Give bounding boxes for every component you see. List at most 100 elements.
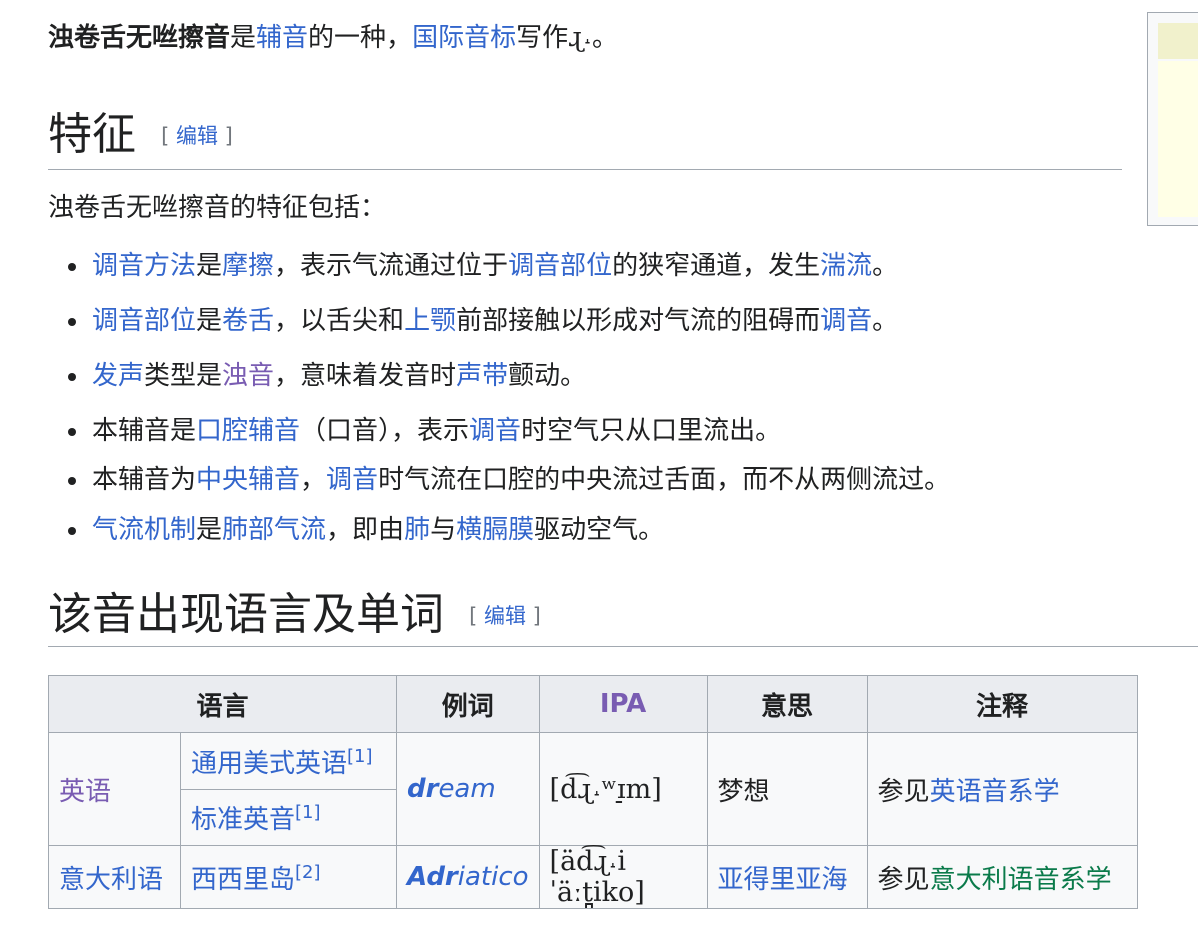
inline-text: 的狭窄通道，发生 bbox=[612, 251, 821, 281]
language-examples-table: 语言 例词 IPA 意思 注释 英语 通用美式英语[1] dream [d͡ɻ˔… bbox=[48, 675, 1138, 909]
variety-cell[interactable]: 西西里岛[2] bbox=[180, 845, 397, 909]
inline-link[interactable]: 横膈膜 bbox=[456, 515, 534, 545]
list-item-text: 调音方法是摩擦，表示气流通过位于调音部位的狭窄通道，发生湍流。 bbox=[92, 246, 898, 286]
infobox-header bbox=[1158, 23, 1198, 59]
meaning-cell[interactable]: 亚得里亚海 bbox=[706, 845, 868, 909]
col-header-ipa[interactable]: IPA bbox=[538, 675, 708, 733]
example-word-highlight[interactable]: Adr bbox=[407, 862, 458, 892]
inline-link[interactable]: 调音 bbox=[326, 465, 378, 495]
ipa-symbol: ɻ˔ bbox=[568, 22, 592, 53]
language-cell[interactable]: 意大利语 bbox=[48, 845, 181, 909]
inline-text: （口音），表示 bbox=[300, 416, 470, 446]
inline-text: 。 bbox=[872, 306, 899, 336]
edit-section: [ 编辑 ] bbox=[161, 124, 233, 148]
inline-text: 颤动。 bbox=[508, 361, 587, 391]
example-word-highlight[interactable]: dr bbox=[407, 774, 438, 804]
inline-link[interactable]: 肺部气流 bbox=[222, 515, 326, 545]
table-row: 意大利语 西西里岛[2] Adriatico [äd͡ɻ˔iˈäːt̪iko] … bbox=[48, 845, 1138, 909]
inline-link[interactable]: 调音部位 bbox=[92, 306, 196, 336]
inline-text: 是 bbox=[196, 515, 223, 545]
edit-link[interactable]: 编辑 bbox=[484, 604, 526, 628]
edit-link[interactable]: 编辑 bbox=[176, 124, 218, 148]
section-heading-features: 特征 [ 编辑 ] bbox=[48, 98, 233, 162]
reference[interactable]: [1] bbox=[347, 746, 373, 767]
section-title: 特征 bbox=[48, 109, 136, 160]
link-variety[interactable]: 标准英音 bbox=[191, 805, 295, 835]
inline-text: 。 bbox=[872, 251, 899, 281]
features-intro: 浊卷舌无咝擦音的特征包括： bbox=[48, 193, 387, 223]
example-word-cell[interactable]: dream bbox=[396, 732, 540, 846]
list-item-text: 本辅音为中央辅音，调音时气流在口腔的中央流过舌面，而不从两侧流过。 bbox=[92, 460, 950, 500]
list-item-text: 本辅音是口腔辅音（口音），表示调音时空气只从口里流出。 bbox=[92, 411, 781, 451]
ipa-header-link[interactable]: IPA bbox=[600, 689, 646, 719]
variety-cell[interactable]: 标准英音[1] bbox=[180, 789, 397, 846]
infobox-body bbox=[1158, 61, 1198, 217]
link-consonant[interactable]: 辅音 bbox=[256, 23, 308, 53]
col-header-example: 例词 bbox=[396, 675, 540, 733]
inline-link[interactable]: 口腔辅音 bbox=[196, 416, 300, 446]
language-cell[interactable]: 英语 bbox=[48, 732, 181, 846]
inline-link[interactable]: 上颚 bbox=[404, 306, 456, 336]
inline-text: ， bbox=[300, 465, 327, 495]
article-subject: 浊卷舌无咝擦音 bbox=[48, 23, 231, 53]
link-italian-phonology[interactable]: 意大利语音系学 bbox=[930, 865, 1112, 895]
inline-text: ，表示气流通过位于 bbox=[274, 251, 509, 281]
inline-link[interactable]: 气流机制 bbox=[92, 515, 196, 545]
link-variety[interactable]: 西西里岛 bbox=[191, 865, 295, 895]
section-divider bbox=[48, 646, 1198, 647]
inline-text: 类型是 bbox=[144, 361, 223, 391]
infobox bbox=[1147, 12, 1198, 226]
col-header-language: 语言 bbox=[48, 675, 397, 733]
bullet-icon bbox=[68, 527, 76, 535]
section-title: 该音出现语言及单词 bbox=[48, 589, 444, 640]
inline-link[interactable]: 摩擦 bbox=[222, 251, 274, 281]
inline-link[interactable]: 调音 bbox=[820, 306, 872, 336]
link-english-phonology[interactable]: 英语音系学 bbox=[930, 777, 1060, 807]
link-adriatic[interactable]: 亚得里亚海 bbox=[718, 865, 848, 895]
bullet-icon bbox=[68, 428, 76, 436]
bullet-icon bbox=[68, 263, 76, 271]
inline-text: ，意味着发音时 bbox=[274, 361, 457, 391]
list-item-text: 气流机制是肺部气流，即由肺与横膈膜驱动空气。 bbox=[92, 510, 664, 550]
inline-link[interactable]: 湍流 bbox=[820, 251, 872, 281]
reference[interactable]: [1] bbox=[295, 802, 321, 823]
ipa-cell: [d͡ɻ˔ʷɪ̠m] bbox=[538, 732, 708, 846]
section-heading-languages: 该音出现语言及单词 [ 编辑 ] bbox=[48, 578, 541, 642]
table-row: 英语 通用美式英语[1] dream [d͡ɻ˔ʷɪ̠m] 梦想 参见英语音系学 bbox=[48, 732, 1138, 846]
intro-paragraph: 浊卷舌无咝擦音是辅音的一种，国际音标写作ɻ˔。 bbox=[48, 22, 618, 53]
inline-link[interactable]: 卷舌 bbox=[222, 306, 274, 336]
link-variety[interactable]: 通用美式英语 bbox=[191, 749, 347, 779]
inline-link[interactable]: 调音 bbox=[469, 416, 521, 446]
inline-link[interactable]: 调音部位 bbox=[508, 251, 612, 281]
link-italian[interactable]: 意大利语 bbox=[59, 865, 163, 895]
inline-link[interactable]: 浊音 bbox=[222, 361, 274, 391]
inline-text: ，以舌尖和 bbox=[274, 306, 405, 336]
notes-cell: 参见英语音系学 bbox=[866, 732, 1138, 846]
col-header-notes: 注释 bbox=[866, 675, 1138, 733]
table-header-row: 语言 例词 IPA 意思 注释 bbox=[48, 675, 1138, 733]
link-ipa[interactable]: 国际音标 bbox=[412, 23, 516, 53]
inline-text: 与 bbox=[430, 515, 457, 545]
inline-text: 是 bbox=[196, 251, 223, 281]
col-header-meaning: 意思 bbox=[706, 675, 868, 733]
example-word-cell[interactable]: Adriatico bbox=[396, 845, 540, 909]
ipa-cell: [äd͡ɻ˔iˈäːt̪iko] bbox=[538, 845, 708, 909]
inline-link[interactable]: 肺 bbox=[404, 515, 430, 545]
inline-text: 驱动空气。 bbox=[534, 515, 665, 545]
example-word-rest[interactable]: iatico bbox=[458, 862, 529, 892]
inline-text: 本辅音为 bbox=[92, 465, 197, 495]
edit-section: [ 编辑 ] bbox=[469, 604, 541, 628]
inline-link[interactable]: 调音方法 bbox=[92, 251, 196, 281]
inline-link[interactable]: 中央辅音 bbox=[196, 465, 300, 495]
reference[interactable]: [2] bbox=[295, 862, 321, 883]
list-item-text: 发声类型是浊音，意味着发音时声带颤动。 bbox=[92, 356, 586, 396]
inline-text: 是 bbox=[196, 306, 223, 336]
inline-text: ，即由 bbox=[326, 515, 405, 545]
notes-cell: 参见意大利语音系学 bbox=[866, 845, 1138, 909]
bullet-icon bbox=[68, 318, 76, 326]
link-english[interactable]: 英语 bbox=[59, 777, 111, 807]
inline-link[interactable]: 声带 bbox=[456, 361, 508, 391]
example-word-rest[interactable]: eam bbox=[438, 774, 495, 804]
variety-cell[interactable]: 通用美式英语[1] bbox=[180, 732, 397, 790]
inline-link[interactable]: 发声 bbox=[92, 361, 144, 391]
